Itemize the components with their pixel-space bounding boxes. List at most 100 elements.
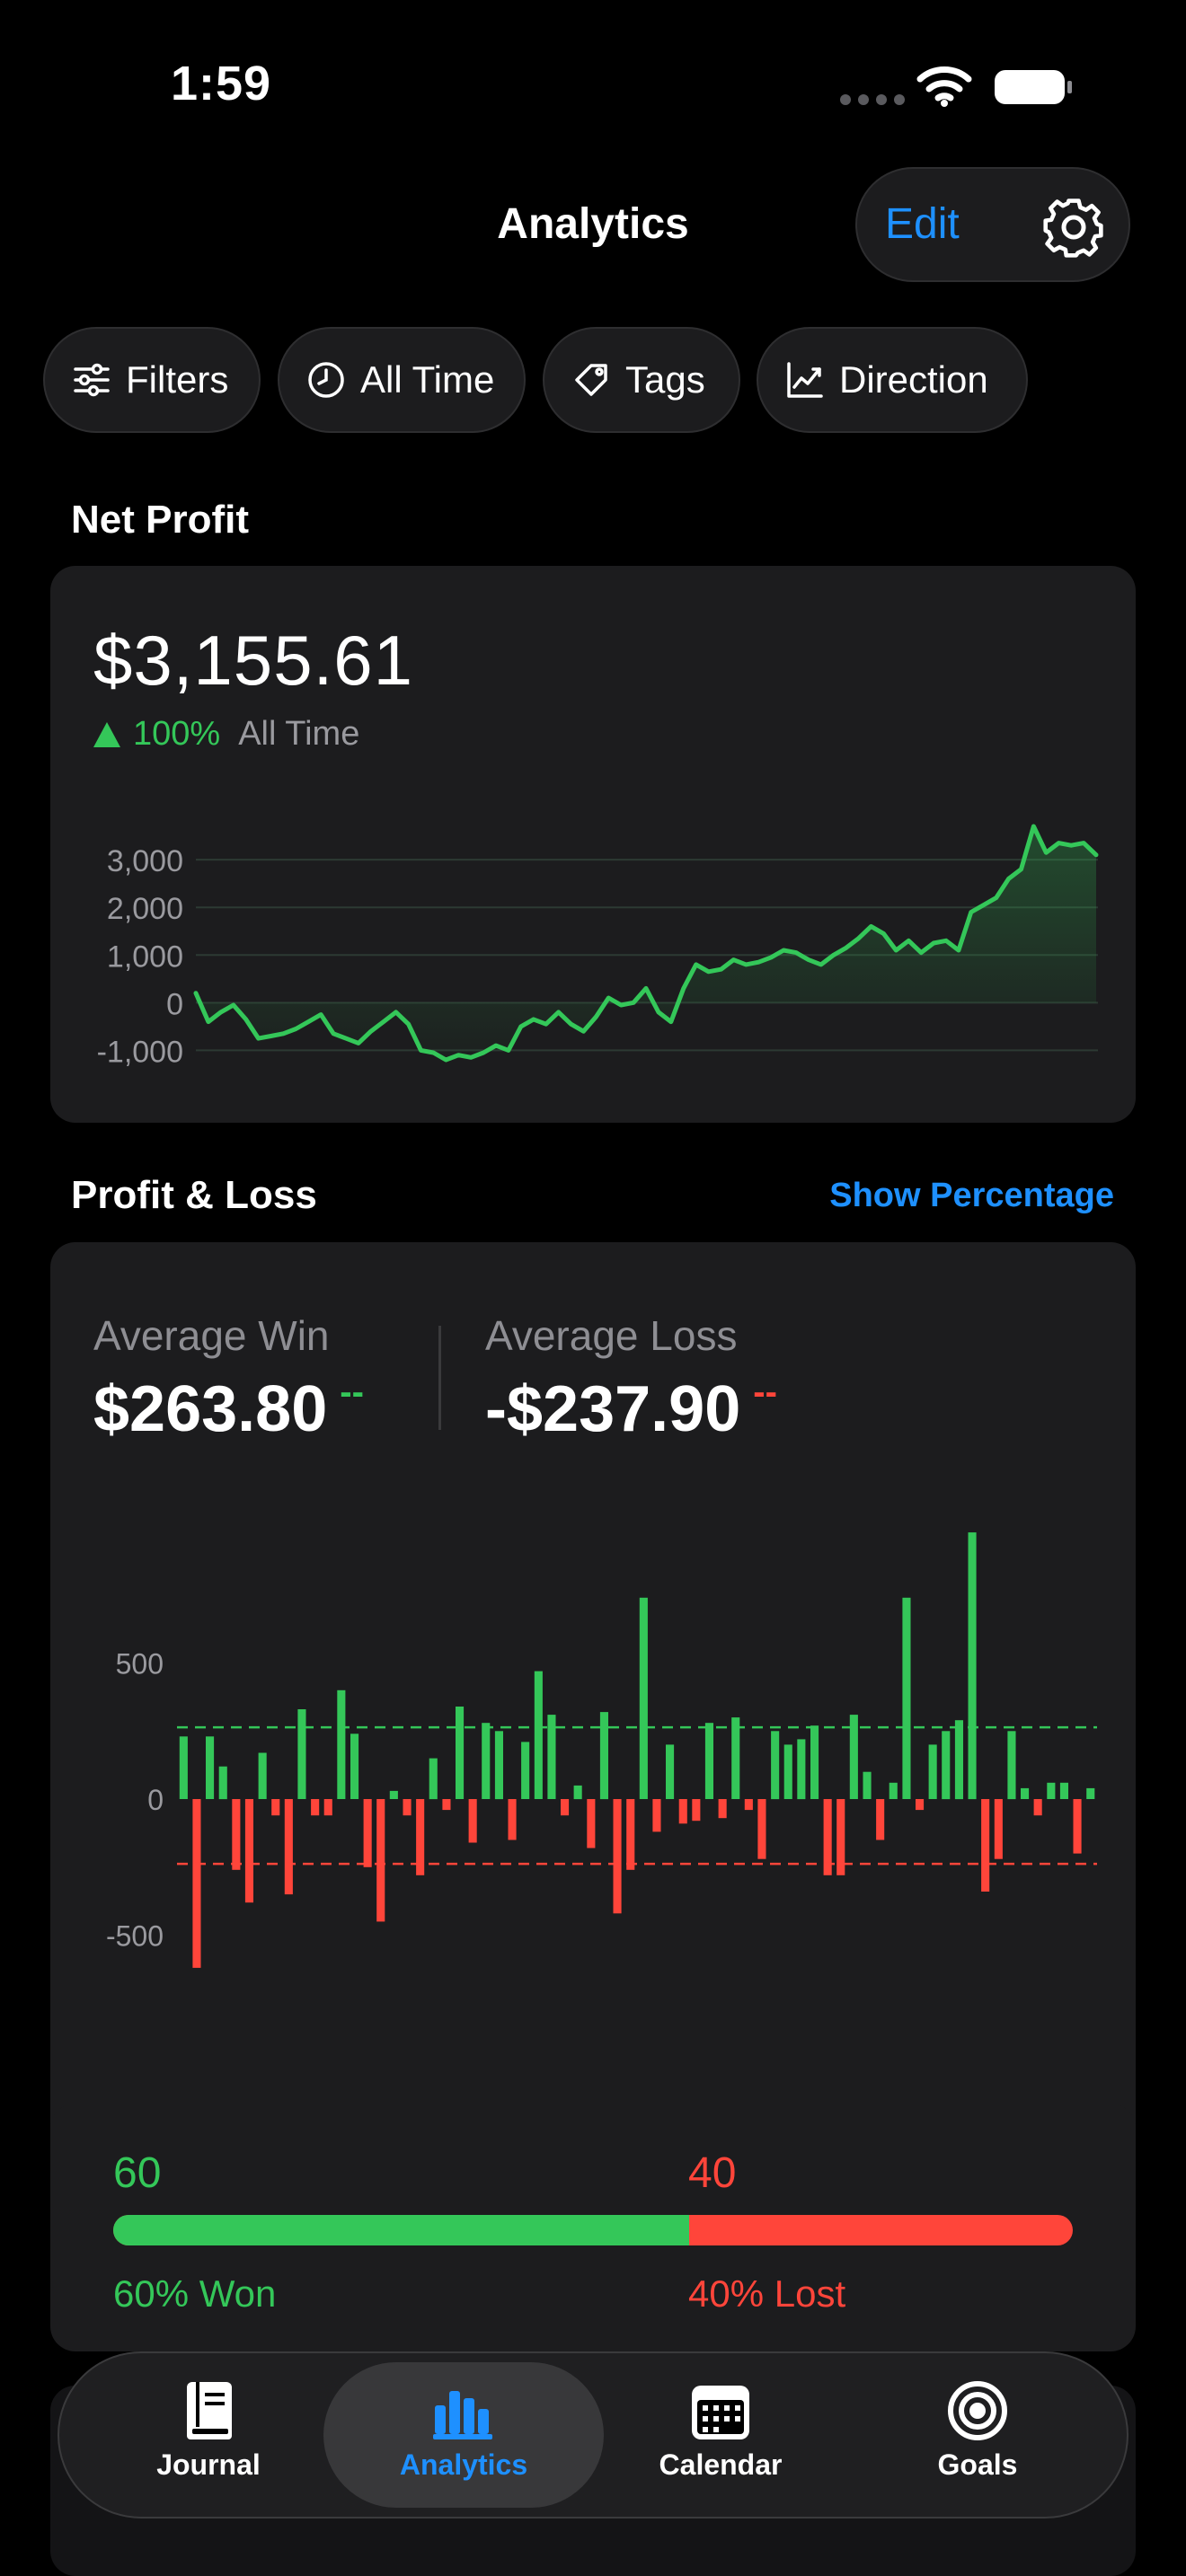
cellular-signal-icon (840, 93, 912, 105)
profit-bar (889, 1782, 898, 1799)
profit-bar (863, 1771, 872, 1799)
profit-bar (521, 1742, 530, 1799)
profit-bar (206, 1736, 215, 1799)
won-label: 60% Won (113, 2272, 277, 2315)
average-win-label: Average Win (93, 1312, 330, 1359)
up-triangle-icon (93, 721, 120, 747)
tab-calendar[interactable]: Calendar (613, 2378, 828, 2482)
loss-bar (587, 1799, 596, 1848)
average-loss: -$237.90 -- (485, 1372, 777, 1446)
tab-journal[interactable]: Journal (101, 2378, 316, 2482)
profit-bar (599, 1712, 608, 1800)
profit-bar (1021, 1787, 1030, 1799)
filters-chip-label: Filters (126, 358, 229, 401)
loss-bar (376, 1799, 385, 1922)
loss-bar (757, 1799, 766, 1859)
tags-chip[interactable]: Tags (543, 327, 740, 433)
tags-chip-label: Tags (625, 358, 705, 401)
profit-bar (902, 1597, 911, 1799)
average-loss-label: Average Loss (485, 1312, 738, 1359)
profit-bar (179, 1736, 188, 1799)
profit-bar (731, 1717, 740, 1799)
loss-bar (442, 1799, 451, 1811)
net-profit-value: $3,155.61 (93, 621, 414, 700)
average-divider (438, 1326, 441, 1430)
profit-bar (783, 1744, 792, 1799)
average-loss-indicator: -- (753, 1372, 777, 1412)
loss-bar (613, 1799, 622, 1914)
average-loss-value: -$237.90 (485, 1373, 741, 1445)
loss-bar (363, 1799, 372, 1867)
profit-bar (218, 1766, 227, 1800)
profit-bar (666, 1744, 675, 1799)
profit-loss-bar-chart: 500 0 -500 (106, 1532, 1097, 1968)
loss-bar (323, 1799, 332, 1816)
target-icon (948, 2381, 1007, 2440)
loss-bar (744, 1799, 753, 1811)
win-loss-bar (113, 2215, 1073, 2245)
loss-bar (916, 1799, 925, 1811)
gear-icon[interactable] (1040, 194, 1107, 260)
all-time-chip-label: All Time (360, 358, 495, 401)
tab-journal-label: Journal (156, 2448, 261, 2481)
profit-bar (704, 1723, 713, 1799)
edit-button[interactable]: Edit (885, 199, 960, 249)
net-profit-title: Net Profit (71, 498, 249, 542)
loss-bar (692, 1799, 701, 1822)
profit-bar (1086, 1787, 1095, 1799)
profit-bar (350, 1734, 359, 1799)
profit-bar (771, 1731, 780, 1800)
lost-count: 40 (688, 2149, 737, 2197)
average-win-value: $263.80 (93, 1373, 328, 1445)
loss-bar (271, 1799, 280, 1816)
direction-chip[interactable]: Direction (757, 327, 1028, 433)
loss-bar (994, 1799, 1003, 1859)
loss-bar (652, 1799, 661, 1832)
loss-bar (232, 1799, 241, 1870)
loss-bar (468, 1799, 477, 1843)
filters-chip[interactable]: Filters (43, 327, 261, 433)
profit-bar (797, 1739, 806, 1800)
pl-ytick-label: -500 (106, 1920, 164, 1953)
won-bar-fill (113, 2215, 689, 2245)
loss-bar (244, 1799, 253, 1903)
loss-bar (311, 1799, 320, 1816)
net-ytick-label: 1,000 (107, 940, 183, 974)
net-ytick-label: 3,000 (107, 844, 183, 878)
average-win-indicator: -- (340, 1372, 364, 1412)
profit-bar (389, 1790, 398, 1799)
profit-bar (573, 1785, 582, 1800)
change-percent: 100% (133, 715, 221, 753)
direction-chip-label: Direction (839, 358, 988, 401)
profit-bar (429, 1758, 438, 1800)
profit-bar (928, 1744, 937, 1799)
loss-bar (626, 1799, 635, 1870)
loss-bar (1073, 1799, 1082, 1854)
trend-chart-icon (787, 362, 823, 398)
net-ytick-label: 0 (166, 987, 183, 1021)
net-profit-chart: 3,000 2,000 1,000 0 -1,000 (97, 824, 1099, 1069)
all-time-chip[interactable]: All Time (278, 327, 526, 433)
profit-bar (337, 1689, 346, 1799)
profit-bar (1059, 1782, 1068, 1799)
sliders-icon (74, 363, 110, 397)
profit-bar (297, 1709, 306, 1799)
net-ytick-label: 2,000 (107, 892, 183, 926)
net-profit-change: 100% All Time (93, 715, 359, 754)
loss-bar (403, 1799, 412, 1816)
profit-bar (456, 1707, 465, 1799)
tab-goals-label: Goals (937, 2448, 1018, 2481)
profit-bar (1007, 1731, 1016, 1800)
tab-goals[interactable]: Goals (870, 2378, 1085, 2482)
bar-chart-icon (433, 2391, 492, 2439)
loss-bar (678, 1799, 687, 1824)
show-percentage-button[interactable]: Show Percentage (829, 1177, 1114, 1215)
loss-bar (192, 1799, 201, 1968)
clock-icon (308, 362, 344, 398)
net-ytick-label: -1,000 (97, 1035, 183, 1069)
wifi-icon (916, 66, 972, 107)
profit-bar (942, 1731, 951, 1800)
tab-analytics[interactable]: Analytics (356, 2378, 571, 2482)
loss-bar (718, 1799, 727, 1819)
profit-bar (968, 1532, 977, 1800)
